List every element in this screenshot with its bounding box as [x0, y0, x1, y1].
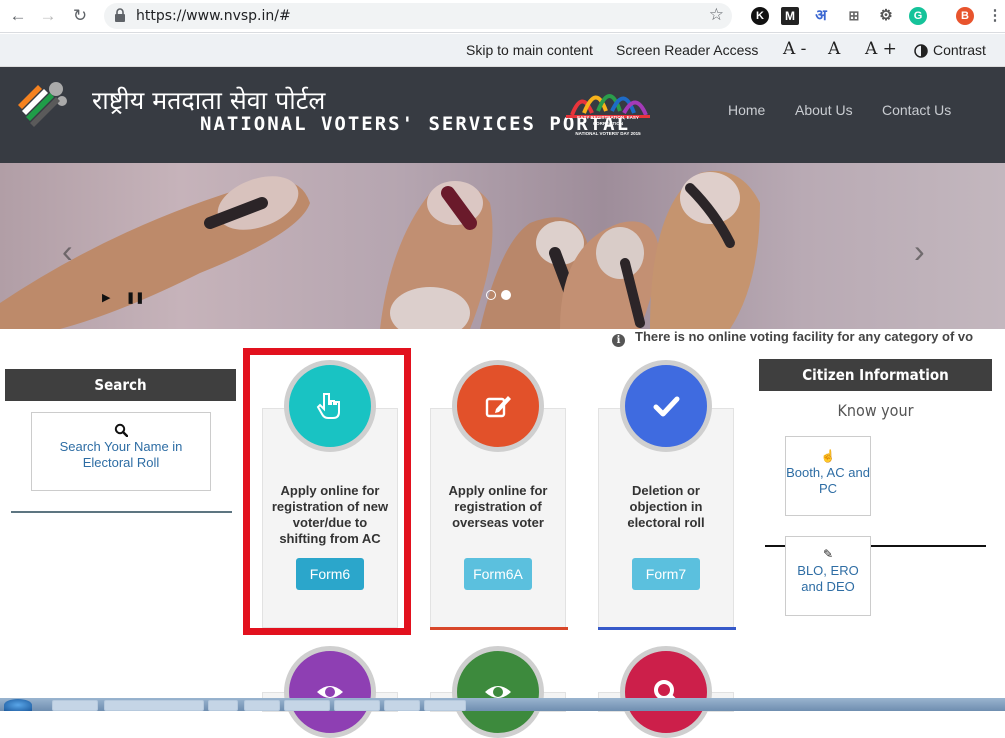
notice-text: There is no online voting facility for a… [635, 329, 974, 344]
national-voters-day-caption: EASY REGISTRATION, EASY CORRECTION NATIO… [562, 115, 654, 137]
bookmark-star-icon[interactable]: ☆ [709, 5, 724, 25]
carousel-pause-icon[interactable]: ❚❚ [126, 291, 144, 304]
form6a-button[interactable]: Form6A [464, 558, 532, 590]
carousel-next-icon[interactable]: › [914, 233, 925, 270]
nvd-caption-line2: NATIONAL VOTERS' DAY 2015 [575, 131, 641, 136]
taskbar-item-5[interactable] [284, 700, 330, 711]
form7-description: Deletion or objection in electoral roll [627, 483, 705, 530]
browser-toolbar: ← → ↻ https://www.nvsp.in/# ☆ K M अ ⊞ ⚙ … [0, 0, 1005, 33]
carousel-play-icon[interactable]: ▶ [102, 291, 110, 304]
accessibility-bar: Skip to main content Screen Reader Acces… [0, 34, 1005, 67]
search-name-link[interactable]: Search Your Name in Electoral Roll [32, 439, 210, 471]
skip-link[interactable]: Skip to main content [466, 42, 593, 58]
forward-icon[interactable]: → [36, 4, 60, 28]
grammarly-icon[interactable]: G [909, 7, 927, 25]
contrast-button[interactable]: Contrast [933, 42, 986, 58]
form6-highlight-box [243, 348, 411, 635]
search-name-card[interactable]: Search Your Name in Electoral Roll [31, 412, 211, 491]
notice-ticker: i There is no online voting facility for … [612, 329, 1005, 347]
nav-about-us[interactable]: About Us [795, 102, 853, 118]
view-circle-green[interactable] [452, 646, 544, 738]
extension-hindi-icon[interactable]: अ [812, 7, 830, 25]
font-reset-button[interactable]: A [828, 39, 840, 59]
carousel-indicator-2-active[interactable] [501, 290, 511, 300]
deletion-circle[interactable] [620, 360, 712, 452]
edit-icon [485, 396, 511, 418]
site-header: राष्ट्रीय मतदाता सेवा पोर्टल NATIONAL VO… [0, 67, 1005, 163]
magnifier-icon [114, 423, 128, 437]
hand-cursor-icon: ☝ [820, 449, 836, 463]
taskbar-item-8[interactable] [424, 700, 466, 711]
form7-button[interactable]: Form7 [632, 558, 700, 590]
taskbar-item-1[interactable] [52, 700, 98, 711]
contrast-icon[interactable] [914, 44, 928, 58]
booth-ac-pc-link[interactable]: Booth, AC and PC [786, 465, 870, 497]
portal-title-hindi: राष्ट्रीय मतदाता सेवा पोर्टल [92, 86, 326, 115]
taskbar-item-6[interactable] [334, 700, 380, 711]
url-text: https://www.nvsp.in/# [136, 8, 291, 24]
nav-contact-us[interactable]: Contact Us [882, 102, 951, 118]
overseas-circle[interactable] [452, 360, 544, 452]
view-circle-purple[interactable] [284, 646, 376, 738]
search-circle-red[interactable] [620, 646, 712, 738]
taskbar-item-4[interactable] [244, 700, 280, 711]
form6a-underline [430, 627, 568, 630]
citizen-info-heading: Citizen Information [759, 359, 992, 391]
carousel-indicator-1[interactable] [486, 290, 496, 300]
profile-avatar[interactable]: B [956, 7, 974, 25]
font-increase-button[interactable]: A + [865, 39, 897, 59]
reload-icon[interactable]: ↻ [68, 4, 92, 28]
info-icon: i [612, 334, 625, 347]
checkmark-icon [653, 396, 680, 417]
blo-ero-deo-card[interactable]: ✎ BLO, ERO and DEO [785, 536, 871, 616]
lock-icon [115, 8, 125, 22]
nvd-caption-line1: EASY REGISTRATION, EASY CORRECTION [577, 115, 639, 126]
know-your-label: Know your [837, 401, 914, 420]
search-heading: Search [5, 369, 236, 401]
nav-home[interactable]: Home [728, 102, 765, 118]
font-decrease-button[interactable]: A - [783, 39, 806, 59]
extension-k-icon[interactable]: K [751, 7, 769, 25]
taskbar-item-7[interactable] [384, 700, 420, 711]
voting-ink-logo-icon[interactable] [14, 77, 70, 133]
extension-gear-icon[interactable]: ⚙ [877, 7, 895, 25]
booth-ac-pc-card[interactable]: ☝ Booth, AC and PC [785, 436, 871, 516]
menu-dots-icon[interactable]: ⋮ [986, 7, 1004, 25]
edit-icon: ✎ [822, 547, 834, 561]
extension-m-icon[interactable]: M [781, 7, 799, 25]
address-bar[interactable]: https://www.nvsp.in/# ☆ [104, 3, 732, 29]
taskbar-item-2[interactable] [104, 700, 204, 711]
carousel-prev-icon[interactable]: ‹ [62, 233, 73, 270]
blo-ero-deo-link[interactable]: BLO, ERO and DEO [786, 563, 870, 595]
form6a-description: Apply online for registration of oversea… [448, 483, 548, 530]
start-button[interactable] [4, 699, 32, 711]
taskbar-item-3[interactable] [208, 700, 238, 711]
inked-fingers-photo [0, 171, 760, 329]
os-taskbar [0, 698, 1005, 711]
extension-grid-icon[interactable]: ⊞ [845, 7, 863, 25]
hero-carousel: ‹ › ▶ ❚❚ [0, 163, 1005, 329]
form7-underline [598, 627, 736, 630]
back-icon[interactable]: ← [6, 4, 30, 28]
screen-reader-link[interactable]: Screen Reader Access [616, 42, 758, 58]
search-divider [11, 511, 232, 513]
